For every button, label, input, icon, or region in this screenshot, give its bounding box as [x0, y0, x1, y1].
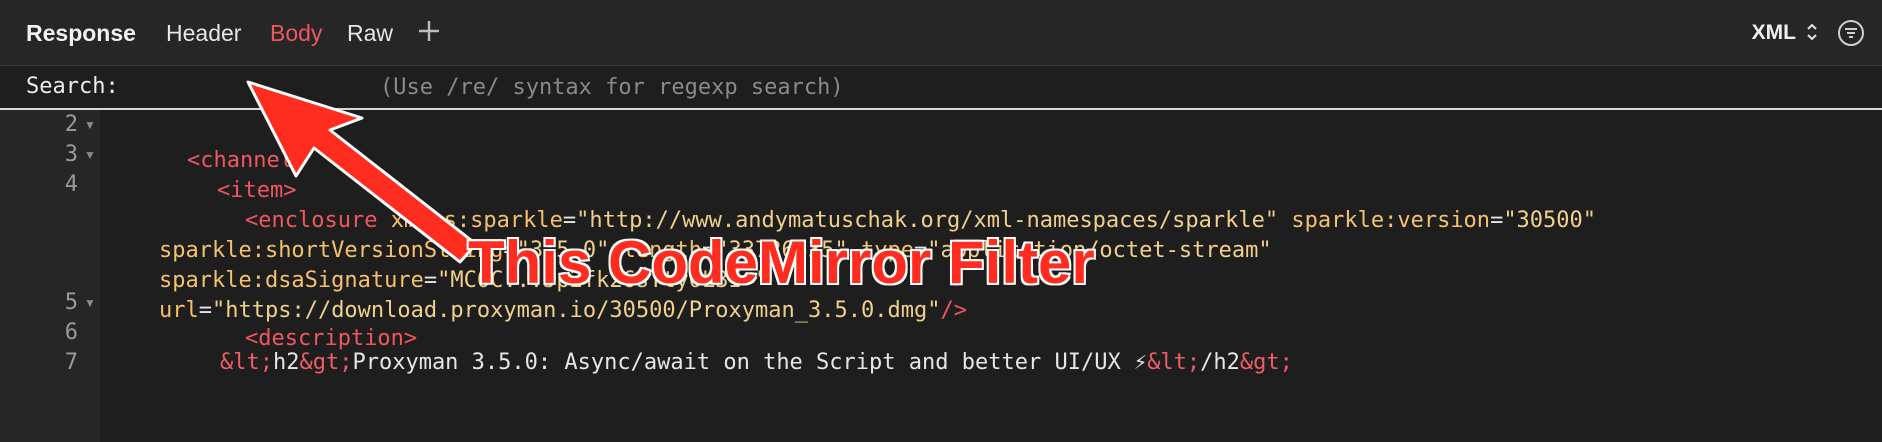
- tab-raw[interactable]: Raw: [347, 18, 393, 48]
- fold-arrow-icon[interactable]: ▼: [84, 285, 96, 321]
- xml-entity: &gt;: [1239, 350, 1293, 375]
- updown-chevron-icon[interactable]: [1804, 20, 1820, 44]
- xml-attribute: sparkle:version: [1291, 208, 1491, 233]
- line-number: 7: [64, 350, 78, 375]
- search-label: Search:: [26, 74, 119, 99]
- line-number: 4: [64, 172, 78, 197]
- xml-tag: />: [940, 298, 967, 323]
- response-toolbar: Response Header Body Raw XML: [0, 0, 1882, 66]
- xml-value: "30500": [1503, 208, 1597, 233]
- annotation-text: This CodeMirror Filter: [467, 228, 1097, 298]
- tab-header[interactable]: Header: [166, 18, 241, 48]
- code-line: &lt;h2&gt;Proxyman 3.5.0: Async/await on…: [220, 345, 1293, 381]
- format-selector-label[interactable]: XML: [1752, 18, 1796, 48]
- xml-entity: &lt;: [220, 350, 273, 375]
- add-tab-plus-icon[interactable]: [414, 16, 444, 46]
- code-text: Proxyman 3.5.0: Async/await on the Scrip…: [352, 350, 1148, 375]
- code-text: /h2: [1200, 350, 1240, 375]
- code-text: h2: [272, 350, 300, 375]
- search-input[interactable]: [140, 70, 1640, 104]
- codemirror-search-bar: Search:: [0, 66, 1882, 110]
- response-title: Response: [26, 20, 136, 46]
- xml-entity: &lt;: [1147, 350, 1201, 375]
- tab-body[interactable]: Body: [270, 18, 322, 48]
- fold-arrow-icon[interactable]: ▼: [84, 137, 96, 173]
- filter-menu-icon[interactable]: [1836, 18, 1866, 48]
- xml-entity: &gt;: [299, 350, 353, 375]
